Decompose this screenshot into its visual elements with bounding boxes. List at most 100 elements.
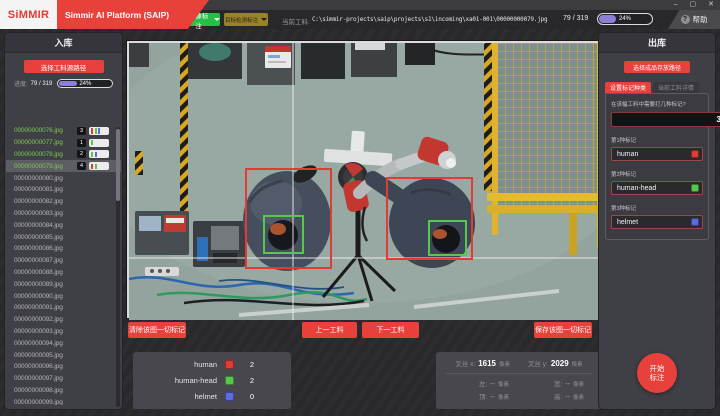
file-row[interactable]: 00000000096.jpg (6, 361, 121, 373)
close-icon[interactable]: ✕ (708, 0, 714, 10)
inbound-panel: 入库 选择工料源路径 进度: 79 / 319 24% 00000000076.… (4, 32, 123, 410)
file-name: 00000000098.jpg (14, 387, 63, 394)
scrollbar-thumb[interactable] (116, 129, 120, 201)
file-row[interactable]: 00000000081.jpg (6, 184, 121, 196)
mark-color-swatch[interactable] (691, 184, 699, 192)
file-name: 00000000081.jpg (14, 186, 63, 193)
mark-type-group: 第3种标记 helmet (611, 204, 703, 229)
file-name: 00000000086.jpg (14, 245, 63, 252)
file-name: 00000000089.jpg (14, 281, 63, 288)
mark-type-input[interactable]: human-head (611, 181, 703, 195)
mark-type-title: 第3种标记 (611, 204, 703, 212)
bbox-human-head[interactable] (263, 215, 304, 254)
app-logo: SiMMIR (0, 0, 57, 29)
current-file-path: C:\simmir-projects\saip\projects\s1\inco… (312, 16, 522, 23)
legend-row: human 2 (133, 358, 291, 371)
file-row[interactable]: 00000000079.jpg4 (6, 160, 121, 172)
header-progress-count: 79 / 319 (563, 15, 588, 22)
bbox-layer (129, 43, 602, 316)
file-row[interactable]: 00000000091.jpg (6, 302, 121, 314)
file-row[interactable]: 00000000099.jpg (6, 396, 121, 405)
mark-types-box: 在该幅工料中需要打几种标记? 确定 第1种标记human第2种标记human-h… (605, 93, 709, 240)
file-name: 00000000094.jpg (14, 340, 63, 347)
minimize-icon[interactable]: – (674, 0, 678, 10)
outbound-panel: 出库 选择成品存放路径 设置标记种类 当前工料详情 在该幅工料中需要打几种标记?… (598, 32, 716, 410)
file-row[interactable]: 00000000094.jpg (6, 337, 121, 349)
mark-type-value: helmet (617, 219, 691, 226)
box-left-value: -- (490, 381, 495, 388)
annotation-canvas[interactable] (127, 41, 604, 318)
file-name: 00000000085.jpg (14, 234, 63, 241)
file-row[interactable]: 00000000084.jpg (6, 219, 121, 231)
legend-count: 2 (234, 360, 270, 369)
mark-color-swatch[interactable] (691, 218, 699, 226)
file-list-scrollbar[interactable] (116, 127, 120, 407)
file-name: 00000000080.jpg (14, 175, 63, 182)
file-row[interactable]: 00000000089.jpg (6, 278, 121, 290)
file-row[interactable]: 00000000098.jpg (6, 385, 121, 397)
file-row[interactable]: 00000000087.jpg (6, 255, 121, 267)
type-count-input[interactable] (611, 112, 720, 127)
bbox-human-head[interactable] (428, 220, 467, 256)
mark-color-swatch[interactable] (691, 150, 699, 158)
file-row[interactable]: 00000000083.jpg (6, 208, 121, 220)
file-list: 00000000076.jpg300000000077.jpg100000000… (6, 125, 121, 405)
mark-type-group: 第2种标记human-head (611, 170, 703, 195)
tab-item-details[interactable]: 当前工料详情 (653, 82, 699, 93)
mark-type-group: 第1种标记 human (611, 136, 703, 161)
file-row[interactable]: 00000000080.jpg (6, 172, 121, 184)
file-row[interactable]: 00000000078.jpg2 (6, 149, 121, 161)
file-name: 00000000088.jpg (14, 269, 63, 276)
save-marks-button[interactable]: 保存该图一切标记 (534, 322, 592, 338)
file-name: 00000000095.jpg (14, 352, 63, 359)
mode-dropdown-detection[interactable]: 目标检测标注 (224, 13, 268, 26)
legend-row: human-head2 (133, 374, 291, 387)
file-name: 00000000090.jpg (14, 293, 63, 300)
mark-count-badge: 2 (77, 150, 86, 158)
file-name: 00000000092.jpg (14, 316, 63, 323)
outbound-panel-title: 出库 (599, 33, 715, 53)
progress-percent: 24% (598, 14, 652, 24)
mode-detect-label: 目标检测标注 (225, 16, 258, 24)
choose-output-path-button[interactable]: 选择成品存放路径 (624, 61, 690, 73)
prev-item-button[interactable]: 上一工料 (302, 322, 357, 338)
tab-mark-types[interactable]: 设置标记种类 (605, 82, 651, 93)
maximize-icon[interactable]: ▢ (690, 0, 697, 10)
file-row[interactable]: 00000000085.jpg (6, 231, 121, 243)
file-row[interactable]: 00000000097.jpg (6, 373, 121, 385)
file-row[interactable]: 00000000076.jpg3 (6, 125, 121, 137)
clear-marks-button[interactable]: 清除该图一切标记 (128, 322, 186, 338)
cross-y-label: 叉丝 y: (528, 358, 548, 368)
cross-x-value: 1615 (478, 359, 496, 368)
list-progress-count: 79 / 319 (31, 81, 53, 87)
box-height-value: -- (565, 394, 570, 401)
file-name: 00000000087.jpg (14, 257, 63, 264)
file-row[interactable]: 00000000095.jpg (6, 349, 121, 361)
start-annotation-button[interactable]: 开始 标注 (637, 353, 677, 393)
file-name: 00000000096.jpg (14, 363, 63, 370)
mark-count-badge: 1 (77, 139, 86, 147)
mark-colors-chip (89, 162, 109, 170)
file-row[interactable]: 00000000086.jpg (6, 243, 121, 255)
header-progress-bar: 24% (597, 13, 653, 25)
file-row[interactable]: 00000000077.jpg1 (6, 137, 121, 149)
legend-row: helmet0 (133, 390, 291, 403)
file-name: 00000000082.jpg (14, 198, 63, 205)
box-width-value: -- (565, 381, 570, 388)
file-row[interactable]: 00000000092.jpg (6, 314, 121, 326)
cross-y-value: 2029 (551, 359, 569, 368)
file-row[interactable]: 00000000093.jpg (6, 326, 121, 338)
legend-label: human (133, 360, 217, 369)
file-row[interactable]: 00000000082.jpg (6, 196, 121, 208)
choose-source-path-button[interactable]: 选择工料源路径 (24, 60, 104, 73)
file-name: 00000000084.jpg (14, 222, 63, 229)
mark-type-input[interactable]: helmet (611, 215, 703, 229)
file-row[interactable]: 00000000088.jpg (6, 267, 121, 279)
file-row[interactable]: 00000000090.jpg (6, 290, 121, 302)
chevron-down-icon (214, 18, 220, 21)
next-item-button[interactable]: 下一工料 (362, 322, 419, 338)
mark-type-input[interactable]: human (611, 147, 703, 161)
list-progress-bar: 24% (57, 79, 113, 88)
current-file-label: 当前工料: (282, 16, 310, 26)
mark-type-title: 第1种标记 (611, 136, 703, 144)
